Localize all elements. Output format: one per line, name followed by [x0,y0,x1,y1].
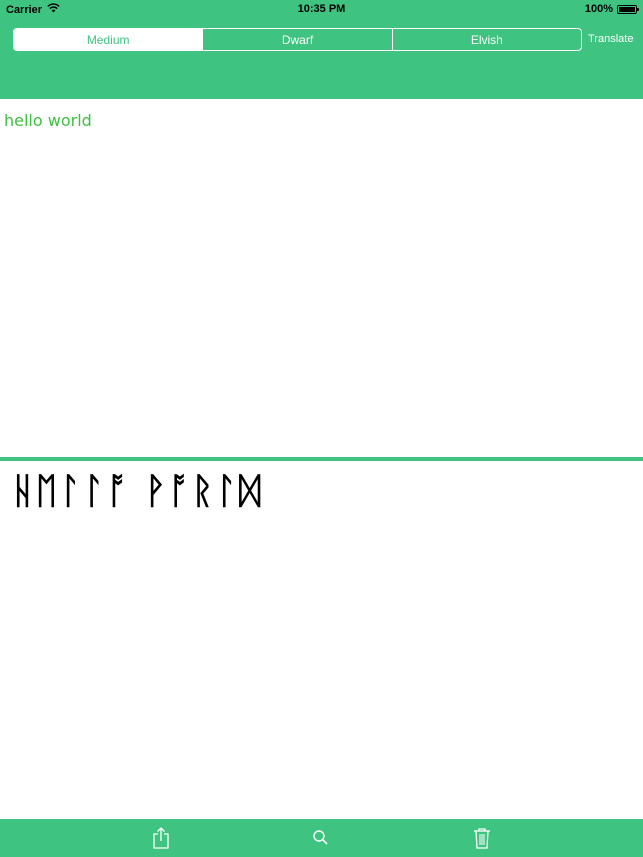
status-right: 100% [584,3,639,15]
status-bar: Carrier 10:35 PM 100% [0,0,643,20]
segment-dwarf[interactable]: Dwarf [203,29,393,50]
translate-button[interactable]: Translate [588,33,633,45]
search-icon[interactable] [310,827,332,849]
segment-medium[interactable]: Medium [14,29,204,50]
battery-percent: 100% [584,3,613,15]
bottom-toolbar [0,819,643,857]
input-text: hello world [4,111,92,130]
rune-output: ᚺᛖᛚᛚᚩ ᚹᚩᚱᛚᛞ [12,471,263,512]
trash-icon[interactable] [471,827,493,849]
top-header: Carrier 10:35 PM 100% Medium Dwarf Elvis… [0,0,643,99]
language-segmented-control[interactable]: Medium Dwarf Elvish [13,28,582,51]
status-time: 10:35 PM [297,3,346,15]
output-text-area: ᚺᛖᛚᛚᚩ ᚹᚩᚱᛚᛞ [0,461,643,819]
input-text-area[interactable]: hello world [0,99,643,458]
battery-icon [617,4,639,14]
share-icon[interactable] [150,827,172,849]
segment-elvish[interactable]: Elvish [393,29,581,50]
